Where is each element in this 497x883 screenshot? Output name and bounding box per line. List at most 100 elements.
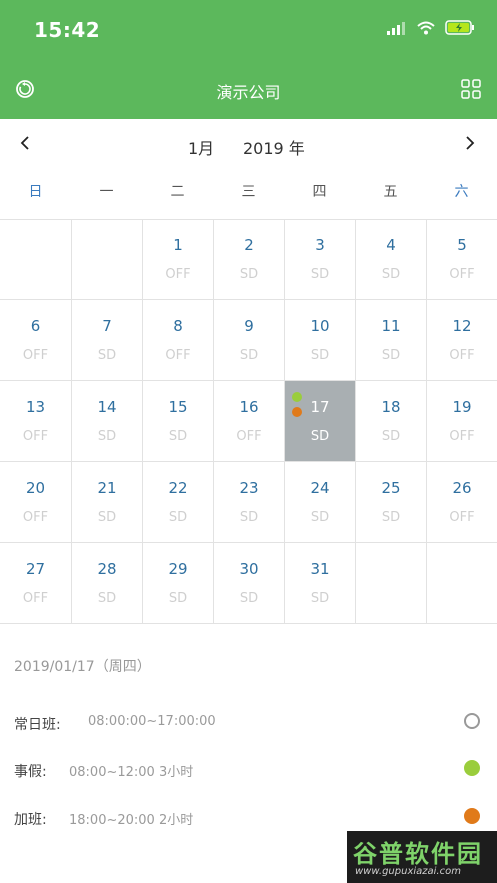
event-row-overtime[interactable]: 加班: 18:00~20:00 2小时 (14, 806, 484, 832)
calendar-day[interactable]: 19 OFF (427, 381, 497, 462)
calendar-day[interactable]: 8 OFF (143, 300, 214, 381)
day-number: 20 (25, 479, 46, 497)
watermark-logo: 谷普软件园 www.gupuxiazai.com (347, 831, 497, 883)
event-label: 事假: (14, 764, 47, 780)
calendar-day[interactable]: 1 OFF (143, 219, 214, 300)
calendar-day[interactable]: 9 SD (214, 300, 285, 381)
calendar-day[interactable]: 2 SD (214, 219, 285, 300)
weekday-sun: 日 (28, 184, 43, 200)
day-shift-code: OFF (449, 267, 475, 282)
day-shift-code: OFF (22, 510, 49, 525)
calendar-day[interactable]: 7 SD (72, 300, 143, 381)
calendar-day[interactable]: 13 OFF (0, 381, 72, 462)
day-number: 26 (452, 479, 472, 497)
month-label[interactable]: 1月 (188, 135, 214, 159)
calendar-day[interactable]: 16 OFF (214, 381, 285, 462)
calendar-day[interactable]: 31 SD (285, 543, 356, 624)
calendar-day[interactable]: 3 SD (285, 219, 356, 300)
day-shift-code: SD (381, 267, 401, 282)
day-shift-code: SD (310, 591, 330, 606)
next-month-icon[interactable] (463, 133, 477, 153)
calendar-day[interactable]: 28 SD (72, 543, 143, 624)
calendar-day[interactable]: 21 SD (72, 462, 143, 543)
day-shift-code: SD (97, 510, 117, 525)
day-number: 21 (97, 479, 117, 497)
day-shift-code: OFF (165, 267, 191, 282)
day-number: 25 (381, 479, 401, 497)
calendar-empty-cell (0, 219, 72, 300)
weekday-thu: 四 (312, 184, 327, 200)
day-shift-code: OFF (165, 348, 191, 363)
event-time: 08:00~12:00 3小时 (69, 765, 194, 780)
calendar-day[interactable]: 11 SD (356, 300, 427, 381)
calendar-day[interactable]: 26 OFF (427, 462, 497, 543)
day-shift-code: SD (168, 510, 188, 525)
event-row-leave[interactable]: 事假: 08:00~12:00 3小时 (14, 758, 484, 784)
prev-month-icon[interactable] (18, 133, 32, 153)
calendar-day[interactable]: 29 SD (143, 543, 214, 624)
day-shift-code: SD (97, 348, 117, 363)
day-shift-code: SD (310, 510, 330, 525)
calendar-day-selected[interactable]: 17 SD (285, 381, 356, 462)
calendar-day[interactable]: 5 OFF (427, 219, 497, 300)
calendar-day[interactable]: 24 SD (285, 462, 356, 543)
status-dot-icon (464, 808, 480, 824)
day-shift-code: SD (97, 429, 117, 444)
page-title: 演示公司 (216, 83, 281, 102)
day-number: 10 (310, 317, 330, 335)
day-number: 3 (315, 236, 325, 254)
day-number: 1 (173, 236, 183, 254)
year-label[interactable]: 2019 年 (243, 135, 305, 159)
day-shift-code: OFF (449, 510, 475, 525)
day-number: 19 (452, 398, 472, 416)
calendar-day[interactable]: 18 SD (356, 381, 427, 462)
day-number: 14 (97, 398, 117, 416)
day-number: 27 (25, 560, 46, 578)
status-circle-icon (464, 713, 480, 729)
day-number: 12 (452, 317, 472, 335)
grid-icon[interactable] (461, 79, 481, 99)
weekday-tue: 二 (170, 184, 185, 200)
selected-date: 2019/01/17（周四） (14, 659, 151, 675)
calendar-day[interactable]: 14 SD (72, 381, 143, 462)
day-number: 22 (168, 479, 188, 497)
day-number: 5 (457, 236, 467, 254)
status-time: 15:42 (34, 18, 101, 42)
day-number: 8 (173, 317, 183, 335)
day-shift-code: SD (310, 267, 330, 282)
day-shift-code: SD (239, 591, 259, 606)
calendar-day[interactable]: 15 SD (143, 381, 214, 462)
weekday-sat: 六 (454, 184, 469, 200)
nav-bar: 演示公司 (0, 72, 497, 110)
calendar-day[interactable]: 6 OFF (0, 300, 72, 381)
day-shift-code: SD (381, 429, 401, 444)
watermark-text: 谷普软件园 (353, 840, 483, 868)
day-shift-code: SD (239, 267, 259, 282)
event-time: 18:00~20:00 2小时 (69, 813, 194, 828)
day-shift-code: SD (168, 429, 188, 444)
day-number: 7 (102, 317, 112, 335)
event-dot-icon (292, 407, 302, 417)
day-shift-code: SD (168, 591, 188, 606)
day-number: 18 (381, 398, 401, 416)
event-row-regular-shift[interactable]: 常日班: 08:00:00~17:00:00 (14, 711, 484, 737)
day-shift-code: OFF (449, 348, 475, 363)
calendar-day[interactable]: 12 OFF (427, 300, 497, 381)
calendar-day[interactable]: 20 OFF (0, 462, 72, 543)
day-number: 9 (244, 317, 254, 335)
calendar-day[interactable]: 4 SD (356, 219, 427, 300)
calendar-day[interactable]: 10 SD (285, 300, 356, 381)
calendar-day[interactable]: 22 SD (143, 462, 214, 543)
calendar-day[interactable]: 23 SD (214, 462, 285, 543)
day-shift-code: SD (381, 348, 401, 363)
event-label: 加班: (14, 812, 47, 828)
calendar-day[interactable]: 25 SD (356, 462, 427, 543)
day-number: 16 (239, 398, 259, 416)
weekday-header: 日 一 二 三 四 五 六 (0, 174, 497, 210)
signal-icon (387, 21, 405, 35)
calendar-day[interactable]: 30 SD (214, 543, 285, 624)
calendar-day[interactable]: 27 OFF (0, 543, 72, 624)
wifi-icon (417, 21, 435, 34)
day-shift-code: SD (239, 348, 259, 363)
month-selector: 1月 2019 年 (0, 119, 497, 171)
